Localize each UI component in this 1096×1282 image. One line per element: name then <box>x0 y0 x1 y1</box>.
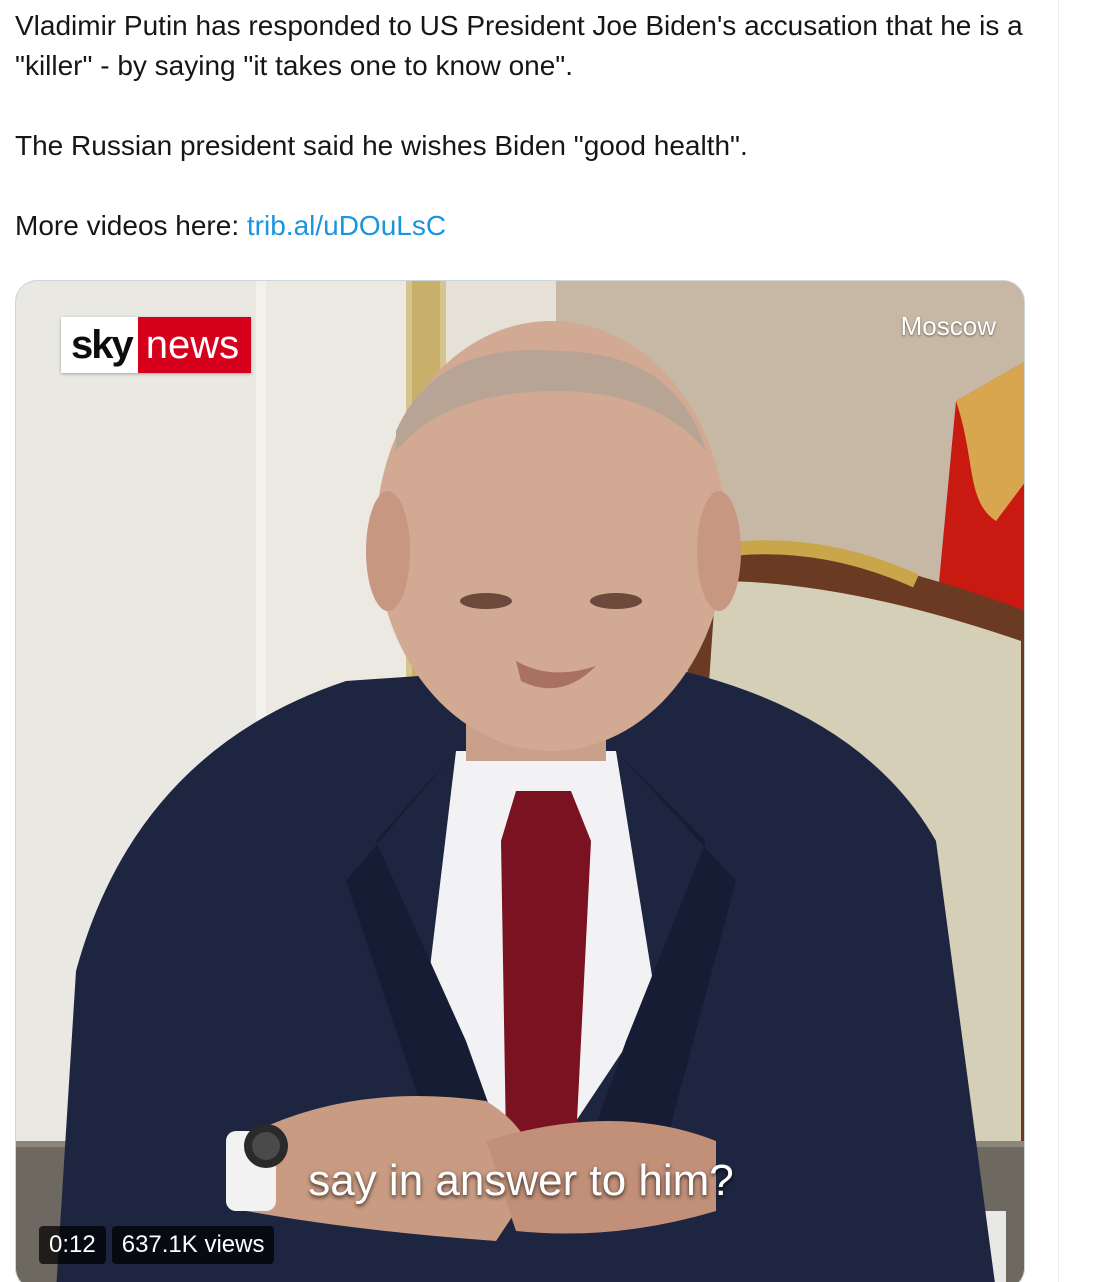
tweet-paragraph-1: Vladimir Putin has responded to US Presi… <box>15 10 1023 81</box>
more-videos-label: More videos here: <box>15 210 247 241</box>
more-videos-link[interactable]: trib.al/uDOuLsC <box>247 210 446 241</box>
sky-logo-text: sky <box>61 317 138 373</box>
location-caption: Moscow <box>900 311 996 341</box>
tweet-page: Vladimir Putin has responded to US Presi… <box>0 0 1096 1282</box>
tweet-paragraph-3: More videos here: trib.al/uDOuLsC <box>15 206 1025 246</box>
tweet-body: Vladimir Putin has responded to US Presi… <box>15 6 1025 246</box>
video-player[interactable]: sky news Moscow say in answer to him? 0:… <box>15 280 1025 1282</box>
video-subtitle: say in answer to him? <box>308 1156 734 1205</box>
video-stats: 0:12 637.1K views <box>39 1226 275 1264</box>
elapsed-time: 0:12 <box>39 1226 106 1264</box>
tweet-paragraph-2: The Russian president said he wishes Bid… <box>15 130 748 161</box>
column-divider <box>1058 0 1059 1282</box>
view-count: 637.1K views <box>111 1226 275 1264</box>
video-frame <box>16 281 1024 1282</box>
news-logo-text: news <box>137 317 252 373</box>
sky-news-logo: sky news <box>61 317 252 373</box>
